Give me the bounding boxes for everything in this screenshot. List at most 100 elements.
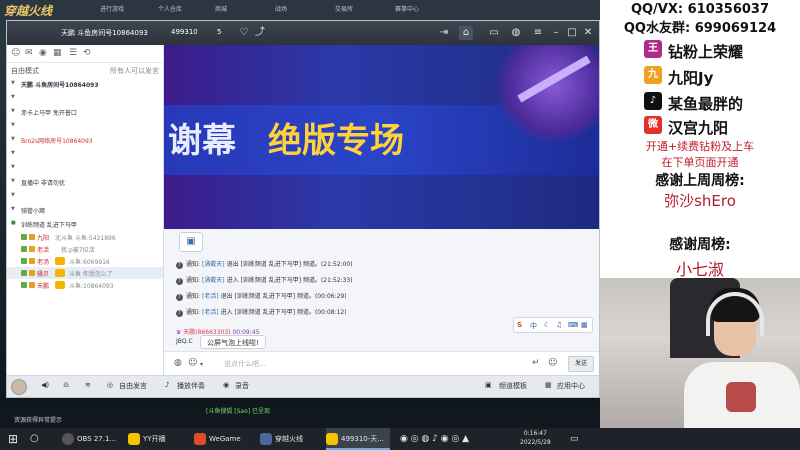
member-item[interactable]: 九阳 北斗鱼 斗鱼:5421896 [7, 231, 163, 243]
gamepad-input-icon[interactable]: ◍ [174, 358, 182, 368]
speak-permission: 所有人可以发言 [110, 67, 159, 75]
grid-menu-icon[interactable]: ▦ [581, 321, 588, 329]
mic-icon[interactable]: ♫ [556, 321, 562, 329]
channel-id: 499310 [171, 28, 198, 36]
list-icon[interactable]: ☰ [69, 48, 77, 58]
enter-icon[interactable]: ↵ [532, 358, 540, 368]
left-toolbar: ☺ ✉ ◉ ▦ ☰ ⟲ [7, 45, 163, 63]
douyin-icon: ♪ [644, 92, 662, 110]
game-tab-play[interactable]: 进行游戏 [100, 4, 124, 13]
channel-item[interactable]: ▼ [7, 189, 163, 203]
member-item[interactable]: 骚贝 斗鱼 你想怎么了 [7, 267, 163, 279]
microphone-icon[interactable]: ♎ [63, 381, 69, 389]
overlay-thanks-last-week: 感谢上周周榜: [655, 173, 745, 189]
clock[interactable]: 0:16:47 2022/5/28 [520, 429, 551, 447]
game-tab-warehouse[interactable]: 个人仓库 [158, 4, 182, 13]
honor-icon: 王 [644, 40, 662, 58]
free-speak-button[interactable]: 自由发言 [119, 381, 147, 391]
game-log-line: [斗鱼搜狐 [Sao] 已呈现 [206, 408, 270, 415]
maximize-icon[interactable]: □ [565, 26, 579, 40]
channel-item[interactable]: ▼ 骑管小窝 [7, 203, 163, 217]
ime-lang[interactable]: 中 [530, 321, 537, 331]
notification-icon[interactable]: ▭ [570, 428, 579, 450]
chevron-down-icon[interactable]: ▾ [200, 361, 203, 368]
channel-item[interactable]: ▼ [7, 161, 163, 175]
mode-row: 自由模式 所有人可以发言 [7, 63, 163, 77]
overlay-thanks-week: 感谢周榜: [669, 237, 731, 253]
overlay-qq-group: QQ水友群: 699069124 [623, 21, 777, 36]
tray-icon[interactable]: ◉ ◎ ◍ ♪ ◉ ◎ ▲ [400, 428, 469, 450]
taskbar-item-obs[interactable]: OBS 27.1... [62, 428, 124, 450]
member-item[interactable]: 老汤 斗鱼:6069916 [7, 255, 163, 267]
emoji-icon[interactable]: ☺ [188, 358, 197, 368]
minimize-icon[interactable]: – [549, 26, 563, 40]
overlay-note-2: 在下单页面开通 [661, 156, 739, 169]
close-icon[interactable]: ✕ [581, 26, 595, 40]
keyboard-icon[interactable]: ⌨ [568, 321, 578, 329]
chat-input[interactable]: 说点什么吧... [224, 359, 266, 369]
accompany-button[interactable]: 播放伴奏 [177, 381, 205, 391]
location-icon[interactable]: ◉ [39, 48, 47, 58]
send-button[interactable]: 发送 [568, 356, 594, 372]
sogou-icon: S [517, 321, 523, 329]
windows-start-icon[interactable]: ⊞ [8, 428, 18, 450]
channel-item[interactable]: ▼ [7, 119, 163, 133]
channel-item[interactable]: ▼ 直播中 非请勿扰 [7, 175, 163, 189]
menu-icon[interactable]: ≡ [531, 26, 545, 40]
channel-tree-panel: ☺ ✉ ◉ ▦ ☰ ⟲ 自由模式 所有人可以发言 ▼ 天鹏 斗鱼房间号108640… [7, 45, 164, 375]
share-icon[interactable]: ⤴ [253, 26, 267, 40]
chat-message: ! 通知: [涌戴天] 退出 [训练频道 乱进下马甲] 频道。(21:52:00) [176, 259, 353, 269]
game-log-line: 资源获得异常提示 [14, 417, 63, 424]
gamepad-icon[interactable]: ◍ [509, 26, 523, 40]
overlay-thanks-week-name: 小七淑 [675, 260, 724, 279]
game-tab-shop[interactable]: 商城 [215, 4, 227, 13]
channel-avatar-icon: ▣ [179, 232, 203, 252]
chat-message: ! 通知: [老活] 退出 [训练频道 乱进下马甲] 频道。(00:06:29) [176, 291, 347, 301]
channel-item[interactable]: ▼ [7, 91, 163, 105]
channel-item-training[interactable]: ■ 训练频道 乱进下马甲 [7, 217, 163, 231]
game-tab-battlefield[interactable]: 战场 [275, 4, 287, 13]
moon-icon[interactable]: ☾ [544, 321, 550, 329]
record-icon: ◉ [223, 381, 230, 389]
free-speak-icon: ◎ [107, 381, 114, 389]
apps-icon: ▦ [545, 381, 552, 389]
channel-item[interactable]: ▼ [7, 147, 163, 161]
member-item[interactable]: 老活 我:p被7拉活 [7, 243, 163, 255]
record-button[interactable]: 录音 [235, 381, 249, 391]
overlay-note-1: 开通+续费钻粉及上车 [645, 140, 755, 153]
member-item[interactable]: 天鹏 斗鱼:10864093 [7, 279, 163, 291]
heart-icon[interactable]: ♡ [237, 26, 251, 40]
channel-item[interactable]: ▼ 天鹏 斗鱼房间号10864093 [7, 77, 163, 91]
mode-select[interactable]: 自由模式 [11, 66, 39, 76]
event-banner[interactable]: 谢幕 绝版专场 [164, 45, 599, 229]
taskbar-item-crossfire[interactable]: 穿越火线 [260, 428, 322, 450]
more-icon[interactable]: ☺ [548, 358, 557, 368]
taskbar-item-yy[interactable]: YY开播 [128, 428, 190, 450]
app-center-button[interactable]: 应用中心 [557, 381, 585, 391]
speaker-icon[interactable]: ◀) [41, 381, 49, 389]
taskbar-item-channel[interactable]: 499310-天... [326, 428, 390, 450]
channel-title: 天鹏 斗鱼房间号10864093 [61, 29, 148, 37]
screen-icon[interactable]: ▭ [487, 26, 501, 40]
mixer-icon[interactable]: ≋ [85, 381, 91, 389]
taskbar-item-wegame[interactable]: WeGame [194, 428, 256, 450]
search-icon[interactable]: ○ [30, 428, 39, 450]
channel-item[interactable]: ▼ Bro2s网络房号10864093 [7, 133, 163, 147]
home-icon[interactable]: ⌂ [459, 26, 473, 40]
online-count: 5 [217, 28, 222, 36]
exit-icon[interactable]: ⇥ [437, 26, 451, 40]
chat-icon[interactable]: ✉ [25, 48, 33, 58]
template-button[interactable]: 频道模板 [499, 381, 527, 391]
avatar[interactable] [11, 379, 27, 395]
people-icon[interactable]: ☺ [11, 48, 20, 58]
grid-icon[interactable]: ▦ [53, 48, 62, 58]
clock-time: 0:16:47 [523, 430, 547, 437]
game-tab-trade[interactable]: 交易所 [335, 4, 353, 13]
yy-window: 天鹏 斗鱼房间号10864093 499310 5 ♡ ⤴ ⇥ ⌂ ▭ ◍ ≡ … [6, 20, 600, 398]
template-icon: ▣ [485, 381, 492, 389]
channel-item[interactable]: ▼ 赤卡上马甲 免开普口 [7, 105, 163, 119]
game-tab-events[interactable]: 赛事中心 [395, 4, 419, 13]
game-logo: 穿越火线 [4, 4, 53, 18]
history-icon[interactable]: ⟲ [83, 48, 91, 58]
ime-toolbar[interactable]: S 中 ☾ ♫ ⌨ ▦ [513, 317, 593, 333]
